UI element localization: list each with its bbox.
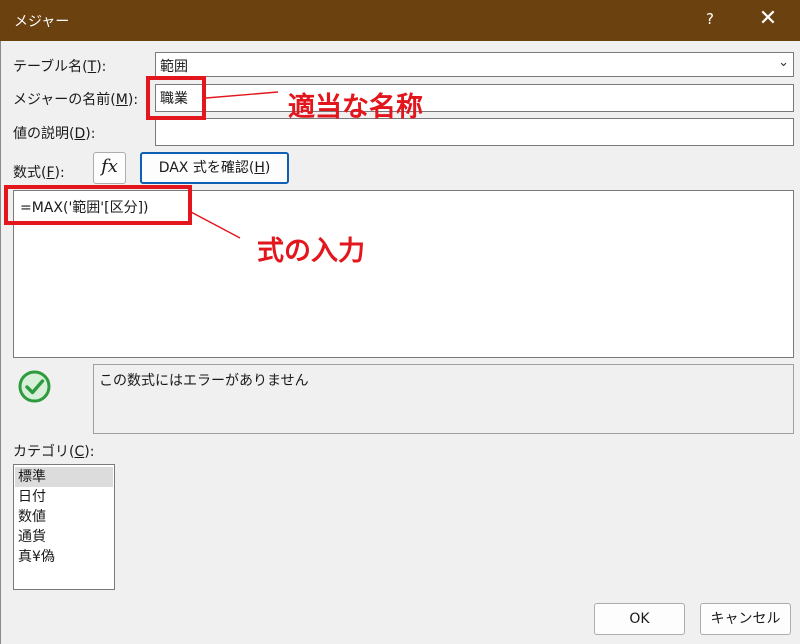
annotation-formula-label: 式の入力 <box>257 236 365 267</box>
annotation-name-label: 適当な名称 <box>288 92 423 123</box>
annotation-formula-box <box>4 185 192 225</box>
